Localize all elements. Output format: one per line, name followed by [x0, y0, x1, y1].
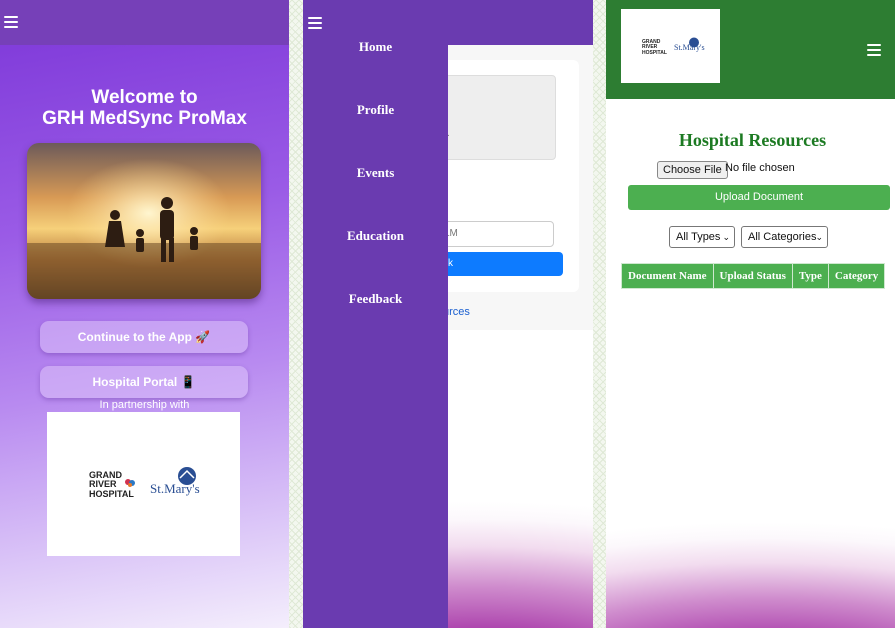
column-header-upload-status[interactable]: Upload Status [712, 263, 793, 289]
welcome-heading: Welcome to GRH MedSync ProMax [0, 87, 289, 129]
side-menu: Home Profile Events Education Feedback [303, 39, 448, 628]
welcome-line-1: Welcome to [91, 87, 198, 108]
logo-text: HOSPITAL [89, 488, 134, 499]
menu-item-home[interactable]: Home [303, 39, 448, 55]
type-filter-value: All Types [676, 231, 721, 243]
app-name: GRH MedSync ProMax [42, 108, 247, 129]
chevron-down-icon: ⌄ [722, 232, 730, 242]
choose-file-button[interactable]: Choose File [657, 161, 728, 179]
flower-icon [125, 479, 135, 487]
menu-item-profile[interactable]: Profile [303, 102, 448, 118]
category-filter-value: All Categories [748, 231, 817, 243]
hospital-portal-button[interactable]: Hospital Portal 📱 [40, 366, 248, 398]
continue-to-app-button[interactable]: Continue to the App 🚀 [40, 321, 248, 353]
partnership-text: In partnership with [99, 399, 190, 411]
upload-document-button[interactable]: Upload Document [628, 185, 890, 210]
menu-item-feedback[interactable]: Feedback [303, 291, 448, 307]
grand-river-hospital-logo: GRAND RIVER HOSPITAL [642, 39, 667, 56]
background-swirl [606, 360, 895, 628]
hospital-resources-screen: GRAND RIVER HOSPITAL St.Mary's Hospital … [606, 0, 895, 628]
hamburger-menu-icon[interactable] [308, 17, 322, 29]
page-title: Hospital Resources [678, 130, 827, 150]
type-filter-select[interactable]: All Types ⌄ [669, 226, 735, 248]
family-sunset-image [27, 143, 261, 299]
category-filter-select[interactable]: All Categories ⌄ [741, 226, 828, 248]
top-bar [0, 0, 289, 45]
info-box: .. [443, 75, 556, 160]
menu-item-education[interactable]: Education [303, 228, 448, 244]
table-header-row: Document Name Upload Status Type Categor… [621, 263, 886, 289]
logo-text: HOSPITAL [642, 49, 667, 56]
hamburger-menu-icon[interactable] [867, 44, 881, 56]
partner-logos: GRAND RIVER HOSPITAL St.Mary's [47, 412, 240, 556]
documents-table: Document Name Upload Status Type Categor… [621, 263, 886, 289]
column-header-category[interactable]: Category [827, 263, 886, 289]
column-header-document-name[interactable]: Document Name [621, 263, 714, 289]
menu-item-events[interactable]: Events [303, 165, 448, 181]
file-status: No file chosen [725, 162, 795, 174]
st-marys-logo: St.Mary's [150, 481, 200, 496]
menu-open-screen: .. LM sk urces Home Profile Events Educa… [303, 0, 593, 628]
submit-button[interactable]: sk [443, 252, 563, 276]
text-input[interactable]: LM [443, 221, 554, 247]
top-bar: GRAND RIVER HOSPITAL St.Mary's [606, 0, 895, 99]
welcome-screen: Welcome to GRH MedSync ProMax Continue t… [0, 0, 289, 628]
hamburger-menu-icon[interactable] [4, 16, 18, 28]
column-header-type[interactable]: Type [791, 263, 829, 289]
partner-logos: GRAND RIVER HOSPITAL St.Mary's [621, 9, 720, 83]
chevron-down-icon: ⌄ [815, 232, 823, 242]
st-marys-logo: St.Mary's [674, 43, 705, 52]
